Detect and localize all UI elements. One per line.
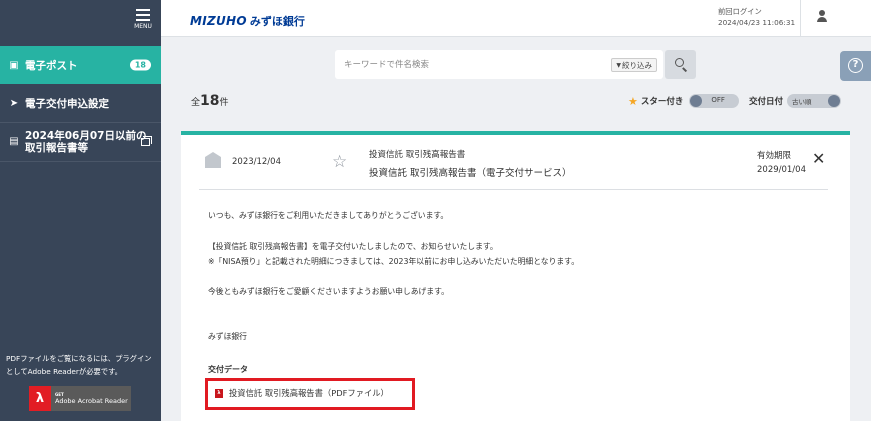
message-body-line: ※「NISA預り」と記載された明細につきましては、2023年以前にお申し込みいた… <box>208 257 579 266</box>
sidebar-item-past-reports[interactable]: ▤ 2024年06月07日以前の 取引報告書等 <box>0 123 161 161</box>
search-input[interactable] <box>335 50 605 79</box>
count-prefix: 全 <box>191 98 201 108</box>
header-divider <box>800 0 801 37</box>
bank-logo[interactable]: MIZUHO みずほ銀行 <box>190 10 305 29</box>
search-box: ▼ 絞り込み <box>335 50 663 79</box>
date-sort-state: 古い順 <box>792 98 812 106</box>
adobe-name-label: Adobe Acrobat Reader <box>55 397 128 405</box>
date-sort-label: 交付日付 <box>749 97 784 107</box>
divider <box>0 161 161 162</box>
message-card: 2023/12/04 ☆ 投資信託 取引残高報告書 投資信託 取引残高報告書（電… <box>181 131 850 421</box>
last-login-info: 前回ログイン 2024/04/23 11:06:31 <box>718 6 795 28</box>
logo-bank-text: みずほ銀行 <box>249 15 305 28</box>
filter-label: 絞り込み <box>622 60 652 70</box>
starred-filter: ★ スター付き OFF <box>628 94 740 108</box>
delivery-data-label: 交付データ <box>208 365 248 374</box>
pdf-download-link[interactable]: λ 投資信託 取引残高報告書（PDFファイル） <box>215 387 389 399</box>
star-icon: ★ <box>628 94 638 108</box>
count-suffix: 件 <box>219 98 229 108</box>
pdf-link-highlight: λ 投資信託 取引残高報告書（PDFファイル） <box>205 378 415 410</box>
message-title: 投資信託 取引残高報告書（電子交付サービス） <box>369 168 572 179</box>
message-body-line: いつも、みずほ銀行をご利用いただきましてありがとうございます。 <box>208 211 449 220</box>
pdf-reader-note: PDFファイルをご覧になるには、プラグインとしてAdobe Readerが必要で… <box>6 354 152 376</box>
star-outline-icon[interactable]: ☆ <box>332 152 347 172</box>
count-number: 18 <box>200 93 220 109</box>
close-icon[interactable]: ✕ <box>812 149 825 168</box>
unread-count-badge: 18 <box>129 59 151 71</box>
sidebar-item-label: 電子交付申込設定 <box>25 97 109 110</box>
menu-button[interactable]: MENU <box>128 6 158 34</box>
message-body-line: 今後ともみずほ銀行をご愛顧くださいますようお願い申しあげます。 <box>208 287 449 296</box>
header: MIZUHO みずほ銀行 前回ログイン 2024/04/23 11:06:31 <box>161 0 871 37</box>
pdf-link-label: 投資信託 取引残高報告書（PDFファイル） <box>229 388 389 398</box>
sidebar-item-electronic-post[interactable]: ▣ 電子ポスト 18 <box>0 46 161 84</box>
help-button[interactable]: ? <box>840 51 871 81</box>
chevron-down-icon: ▼ <box>616 61 621 69</box>
date-sort-toggle[interactable]: 古い順 <box>787 94 842 108</box>
document-box-icon: ▤ <box>9 136 19 147</box>
sidebar-item-delivery-settings[interactable]: ➤ 電子交付申込設定 <box>0 84 161 122</box>
last-login-label: 前回ログイン <box>718 7 762 16</box>
external-window-icon <box>141 136 152 146</box>
sidebar-item-label-line1: 2024年06月07日以前の <box>25 130 147 142</box>
message-body-line: 【投資信託 取引残高報告書】を電子交付いたしましたので、お知らせいたします。 <box>208 242 498 251</box>
card-divider <box>199 189 828 190</box>
arrow-right-icon: ➤ <box>9 97 19 109</box>
hamburger-icon <box>136 9 150 21</box>
filter-dropdown-button[interactable]: ▼ 絞り込み <box>611 58 657 72</box>
date-sort: 交付日付 古い順 <box>749 94 842 108</box>
message-category: 投資信託 取引残高報告書 <box>369 150 466 160</box>
adobe-reader-download-link[interactable]: λ GET Adobe Acrobat Reader <box>29 386 131 411</box>
starred-filter-label: スター付き <box>640 97 684 107</box>
search-button[interactable] <box>665 50 696 79</box>
menu-label: MENU <box>134 23 152 30</box>
message-count: 全18件 <box>191 93 229 109</box>
adobe-logo-icon: λ <box>29 386 51 411</box>
sidebar-item-label: 2024年06月07日以前の 取引報告書等 <box>25 130 146 154</box>
expiry-label: 有効期限 <box>757 151 792 161</box>
logo-mizuho-text: MIZUHO <box>190 14 247 28</box>
starred-toggle-state: OFF <box>711 96 725 104</box>
envelope-open-icon <box>205 152 221 168</box>
sidebar-item-label: 電子ポスト <box>25 59 78 72</box>
user-account-icon[interactable] <box>816 10 828 22</box>
message-signature: みずほ銀行 <box>208 332 247 341</box>
expiry-date: 2029/01/04 <box>757 165 806 175</box>
pdf-file-icon: λ <box>215 388 223 398</box>
search-icon <box>675 58 684 67</box>
message-date: 2023/12/04 <box>232 157 281 167</box>
last-login-time: 2024/04/23 11:06:31 <box>718 18 796 27</box>
sidebar: MENU ▣ 電子ポスト 18 ➤ 電子交付申込設定 ▤ 2024年06月07日… <box>0 0 161 421</box>
sidebar-item-label-line2: 取引報告書等 <box>25 142 88 154</box>
question-icon: ? <box>848 58 863 73</box>
mailbox-icon: ▣ <box>9 59 19 71</box>
starred-toggle[interactable]: OFF <box>689 94 740 108</box>
